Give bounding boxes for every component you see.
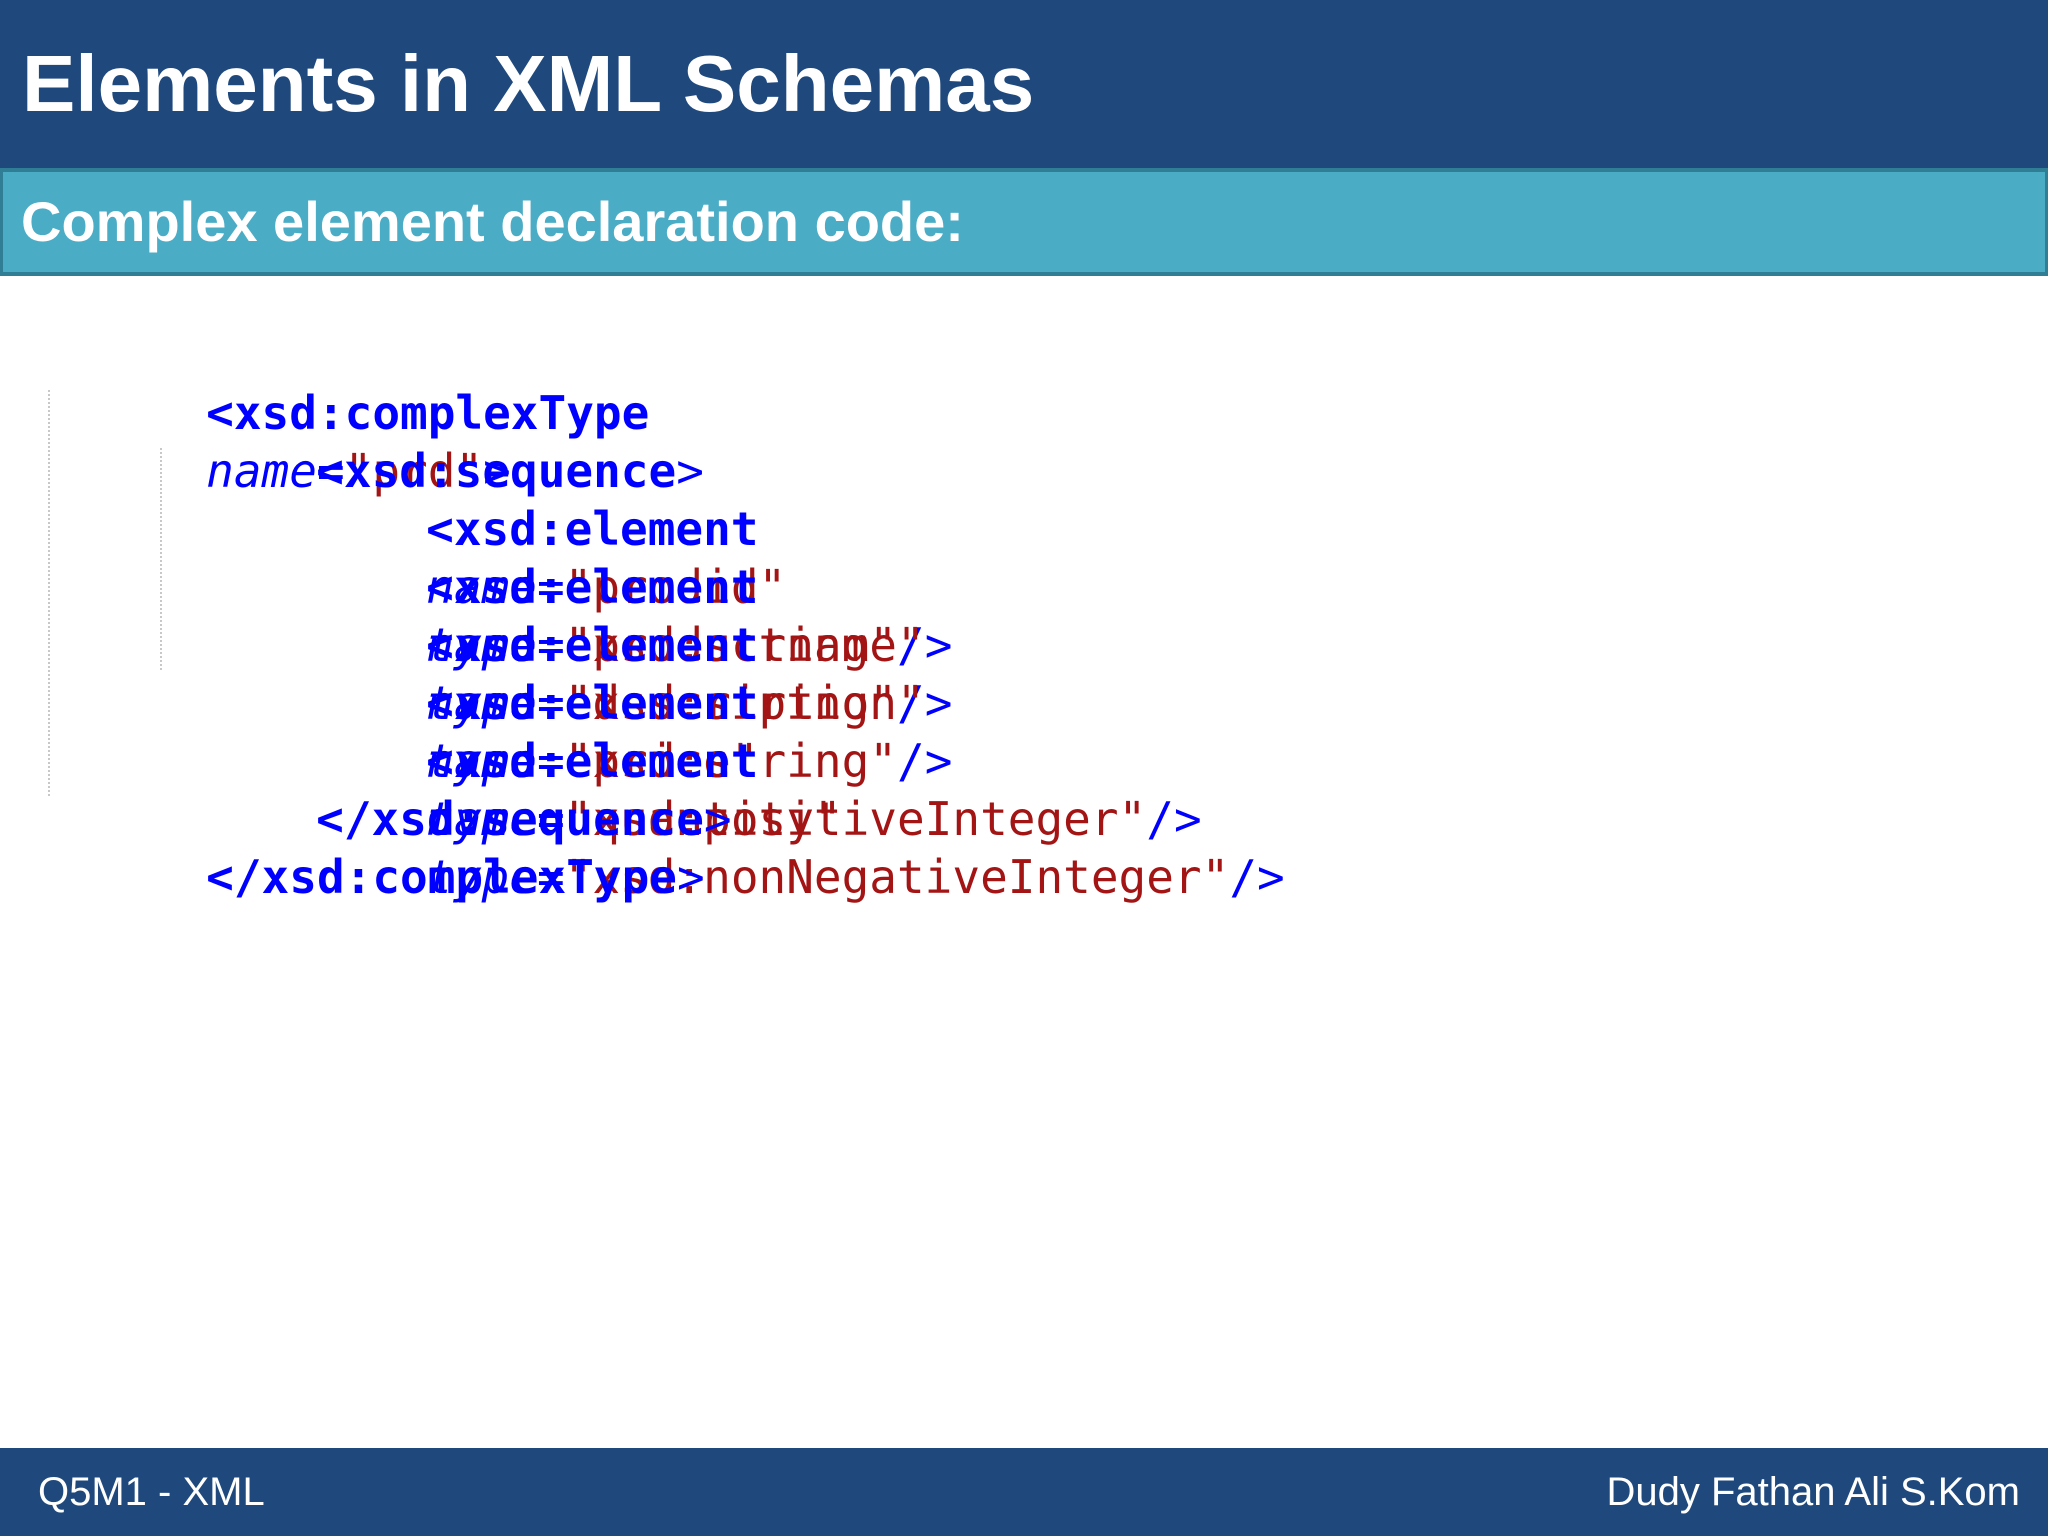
- code-tag-end: />: [897, 734, 953, 788]
- slide-title: Elements in XML Schemas: [22, 39, 1035, 128]
- code-line: <xsd:element name="description" type="xs…: [426, 618, 953, 788]
- slide-subtitle: Complex element declaration code:: [21, 190, 964, 253]
- title-bar: Elements in XML Schemas: [0, 0, 2048, 168]
- code-line: <xsd:element name="prodid" type="xsd:str…: [426, 502, 953, 672]
- code-tag-end: >: [703, 792, 732, 846]
- footer-bar: Q5M1 - XML Dudy Fathan Ali S.Kom: [0, 1448, 2048, 1536]
- slide: Elements in XML Schemas Complex element …: [0, 0, 2048, 1536]
- code-line: <xsd:element name="price" type="xsd:posi…: [426, 676, 1202, 846]
- footer-course-label: Q5M1 - XML: [38, 1470, 265, 1514]
- code-tag-end: >: [676, 850, 705, 904]
- code-block: <xsd:complexType name="prd"> <xsd:sequen…: [40, 326, 1970, 904]
- subtitle-bar: Complex element declaration code:: [0, 168, 2048, 276]
- code-line: <xsd:complexType name="prd">: [206, 386, 650, 498]
- code-line: <xsd:element name="productname" type="xs…: [426, 560, 953, 730]
- code-line: <xsd:sequence>: [150, 384, 704, 498]
- code-line: </xsd:complexType>: [40, 790, 705, 904]
- code-tag: </xsd:complexType: [206, 850, 677, 904]
- code-line: <xsd:element name="quantity" type="xsd:n…: [426, 734, 1285, 904]
- code-tag-end: />: [1146, 792, 1202, 846]
- footer-author: Dudy Fathan Ali S.Kom: [1606, 1470, 2020, 1514]
- code-tag-end: />: [1229, 850, 1285, 904]
- code-line: </xsd:sequence>: [150, 732, 731, 846]
